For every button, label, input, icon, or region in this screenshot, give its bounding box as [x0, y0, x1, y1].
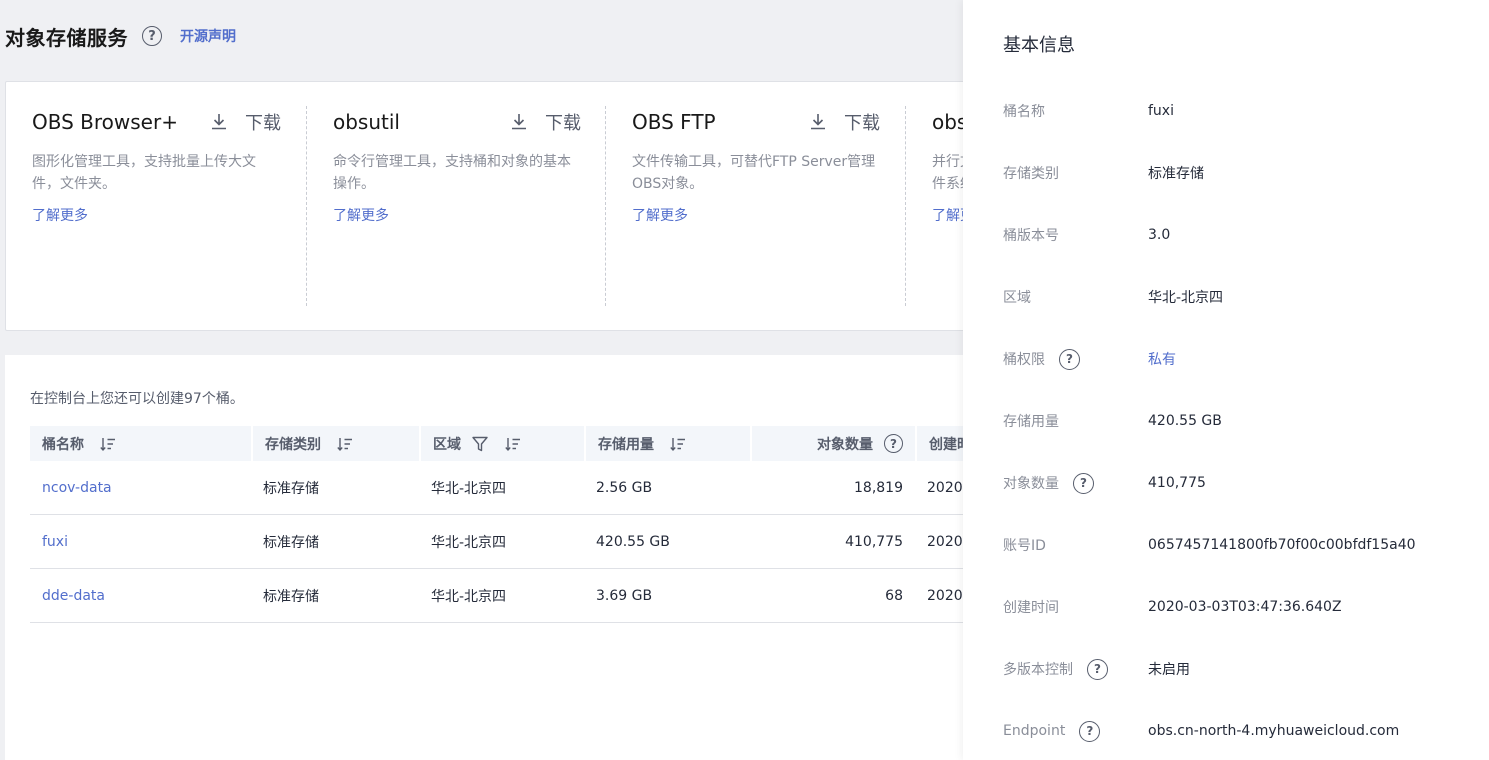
info-value: obs.cn-north-4.myhuaweicloud.com [1148, 723, 1400, 739]
help-icon[interactable]: ? [142, 26, 162, 46]
learn-more-link[interactable]: 了解更多 [32, 205, 88, 225]
bucket-table: 桶名称 存储类别 区域 存储用量 对象数量 ? 创建时间 ncov-data 标… [30, 426, 985, 623]
download-icon[interactable] [808, 112, 828, 132]
usage-cell: 3.69 GB [596, 587, 653, 604]
help-icon[interactable]: ? [1073, 472, 1094, 494]
objects-cell: 68 [885, 587, 903, 604]
bucket-name-link[interactable]: ncov-data [30, 480, 251, 496]
tool-description: 文件传输工具，可替代FTP Server管理OBS对象。 [632, 154, 876, 192]
usage-cell: 420.55 GB [596, 533, 670, 550]
info-row-versioning: 多版本控制? 未启用 [1003, 657, 1463, 681]
help-icon[interactable]: ? [1059, 348, 1080, 370]
info-row-bucket-version: 桶版本号 3.0 [1003, 223, 1463, 247]
tool-name: OBS FTP [632, 110, 716, 134]
tool-name: OBS Browser+ [32, 110, 178, 134]
info-value: 标准存储 [1148, 166, 1204, 182]
tool-description: 命令行管理工具，支持桶和对象的基本操作。 [333, 154, 571, 192]
region-cell: 华北-北京四 [431, 480, 507, 497]
region-cell: 华北-北京四 [431, 588, 507, 605]
column-header-storage-class: 存储类别 [251, 426, 419, 461]
info-label: 创建时间 [1003, 600, 1059, 616]
table-row: ncov-data 标准存储 华北-北京四 2.56 GB 18,819 202… [30, 461, 975, 515]
download-icon[interactable] [509, 112, 529, 132]
info-row-usage: 存储用量 420.55 GB [1003, 409, 1463, 433]
tool-description: 图形化管理工具，支持批量上传大文件，文件夹。 [32, 154, 256, 192]
region-cell: 华北-北京四 [431, 534, 507, 551]
sort-icon[interactable] [670, 436, 686, 452]
bucket-quota-text: 在控制台上您还可以创建97个桶。 [30, 391, 244, 407]
page-title: 对象存储服务 [5, 25, 128, 50]
bucket-list-card: 在控制台上您还可以创建97个桶。 桶名称 存储类别 区域 存储用量 对象数量 ?… [5, 355, 985, 760]
info-row-object-count: 对象数量? 410,775 [1003, 471, 1463, 495]
info-label: 账号ID [1003, 538, 1046, 554]
help-icon[interactable]: ? [884, 434, 903, 453]
table-header: 桶名称 存储类别 区域 存储用量 对象数量 ? 创建时间 [30, 426, 985, 461]
usage-cell: 2.56 GB [596, 479, 653, 496]
info-label: 桶版本号 [1003, 228, 1059, 244]
bucket-name-link[interactable]: fuxi [30, 534, 251, 550]
info-row-created-time: 创建时间 2020-03-03T03:47:36.640Z [1003, 595, 1463, 619]
info-label: 存储类别 [1003, 166, 1059, 182]
tool-obs-ftp: OBS FTP 下载 文件传输工具，可替代FTP Server管理OBS对象。 … [605, 106, 905, 306]
download-button[interactable]: 下载 [245, 109, 281, 135]
tool-obs-browser: OBS Browser+ 下载 图形化管理工具，支持批量上传大文件，文件夹。 了… [6, 106, 306, 306]
info-label: 桶权限? [1003, 348, 1148, 370]
bucket-acl-link[interactable]: 私有 [1148, 349, 1176, 369]
download-icon[interactable] [209, 112, 229, 132]
info-label: 存储用量 [1003, 414, 1059, 430]
tool-obsutil: obsutil 下载 命令行管理工具，支持桶和对象的基本操作。 了解更多 [306, 106, 606, 306]
learn-more-link[interactable]: 了解更多 [333, 205, 389, 225]
sort-icon[interactable] [337, 436, 353, 452]
info-row-bucket-name: 桶名称 fuxi [1003, 99, 1463, 123]
info-value: 2020-03-03T03:47:36.640Z [1148, 599, 1342, 615]
info-row-region: 区域 华北-北京四 [1003, 285, 1463, 309]
info-value: 420.55 GB [1148, 413, 1222, 429]
info-value: 3.0 [1148, 227, 1171, 243]
page-header: 对象存储服务 ? 开源声明 [0, 0, 963, 72]
column-header-region: 区域 [419, 426, 584, 461]
storage-class-cell: 标准存储 [263, 534, 319, 551]
objects-cell: 18,819 [854, 479, 903, 496]
info-row-bucket-acl: 桶权限? 私有 [1003, 347, 1463, 371]
table-row: fuxi 标准存储 华北-北京四 420.55 GB 410,775 2020 [30, 515, 975, 569]
storage-class-cell: 标准存储 [263, 588, 319, 605]
info-label: 区域 [1003, 290, 1031, 306]
info-value: 0657457141800fb70f00c00bfdf15a40 [1148, 537, 1416, 553]
column-header-name: 桶名称 [30, 426, 251, 461]
storage-class-cell: 标准存储 [263, 480, 319, 497]
info-label: 对象数量? [1003, 472, 1148, 494]
info-label: Endpoint? [1003, 720, 1148, 742]
basic-info-drawer: 基本信息 桶名称 fuxi 存储类别 标准存储 桶版本号 3.0 区域 华北-北… [963, 0, 1489, 760]
sort-icon[interactable] [505, 436, 521, 452]
column-header-objects: 对象数量 ? [750, 426, 915, 461]
open-source-link[interactable]: 开源声明 [180, 26, 236, 46]
download-button[interactable]: 下载 [844, 109, 880, 135]
sort-icon[interactable] [100, 436, 116, 452]
drawer-title: 基本信息 [1003, 35, 1075, 56]
info-value: 410,775 [1148, 475, 1206, 491]
learn-more-link[interactable]: 了解更多 [632, 205, 688, 225]
bucket-name-link[interactable]: dde-data [30, 588, 251, 604]
objects-cell: 410,775 [845, 533, 903, 550]
help-icon[interactable]: ? [1079, 720, 1101, 742]
download-button[interactable]: 下载 [545, 109, 581, 135]
info-label: 桶名称 [1003, 104, 1045, 120]
tools-card: OBS Browser+ 下载 图形化管理工具，支持批量上传大文件，文件夹。 了… [5, 81, 975, 331]
table-row: dde-data 标准存储 华北-北京四 3.69 GB 68 2020 [30, 569, 975, 623]
help-icon[interactable]: ? [1087, 658, 1108, 680]
filter-icon[interactable] [471, 435, 489, 453]
column-header-usage: 存储用量 [584, 426, 750, 461]
info-label: 多版本控制? [1003, 658, 1148, 680]
info-row-account-id: 账号ID 0657457141800fb70f00c00bfdf15a40 [1003, 533, 1463, 557]
info-value: 华北-北京四 [1148, 290, 1224, 306]
info-row-storage-class: 存储类别 标准存储 [1003, 161, 1463, 185]
tool-name: obsutil [333, 110, 400, 134]
info-row-endpoint: Endpoint? obs.cn-north-4.myhuaweicloud.c… [1003, 719, 1463, 743]
info-value: 未启用 [1148, 662, 1190, 678]
info-value: fuxi [1148, 103, 1174, 119]
